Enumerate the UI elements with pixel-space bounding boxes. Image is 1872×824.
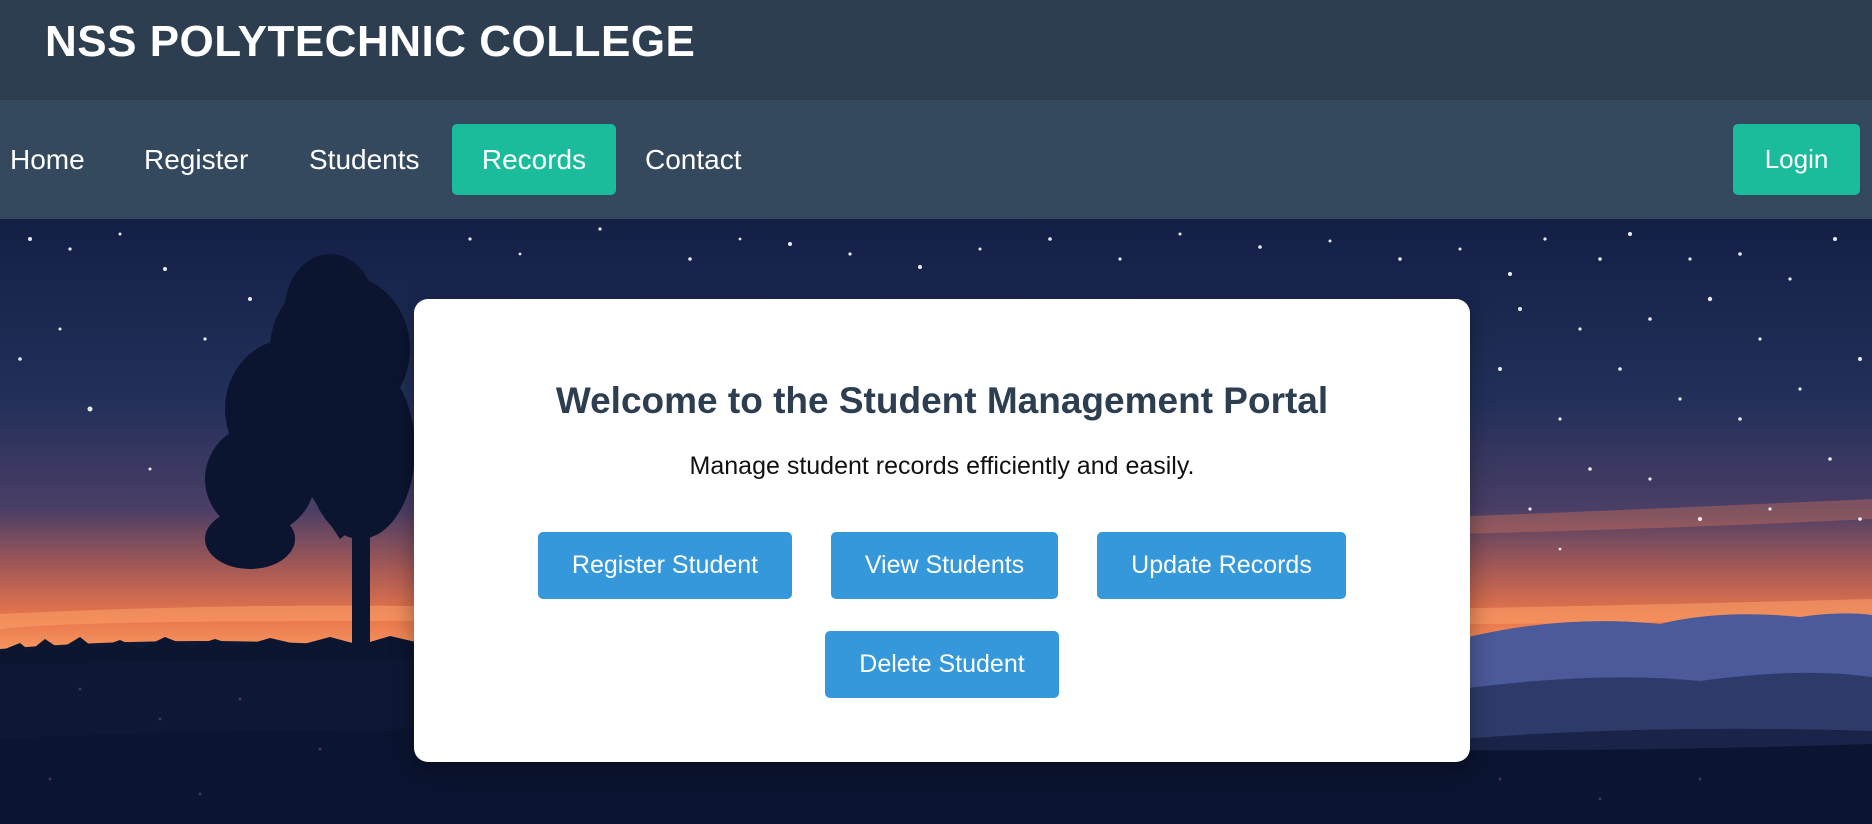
welcome-subtitle: Manage student records efficiently and e… — [689, 452, 1195, 480]
nav-students-link[interactable]: Students — [309, 124, 420, 195]
nav-home-link[interactable]: Home — [10, 124, 85, 195]
update-records-button[interactable]: Update Records — [1097, 532, 1346, 599]
nav-records-link[interactable]: Records — [452, 124, 616, 195]
welcome-card: Welcome to the Student Management Portal… — [414, 299, 1470, 762]
nav-register-link[interactable]: Register — [144, 124, 248, 195]
delete-student-button[interactable]: Delete Student — [825, 631, 1059, 698]
login-button[interactable]: Login — [1733, 124, 1860, 195]
register-student-button[interactable]: Register Student — [538, 532, 792, 599]
site-header: NSS POLYTECHNIC COLLEGE — [0, 0, 1872, 100]
nav-contact-link[interactable]: Contact — [645, 124, 742, 195]
welcome-title: Welcome to the Student Management Portal — [555, 380, 1329, 421]
main-navbar: Home Register Students Records Contact L… — [0, 100, 1872, 219]
view-students-button[interactable]: View Students — [831, 532, 1058, 599]
site-title: NSS POLYTECHNIC COLLEGE — [45, 17, 696, 66]
